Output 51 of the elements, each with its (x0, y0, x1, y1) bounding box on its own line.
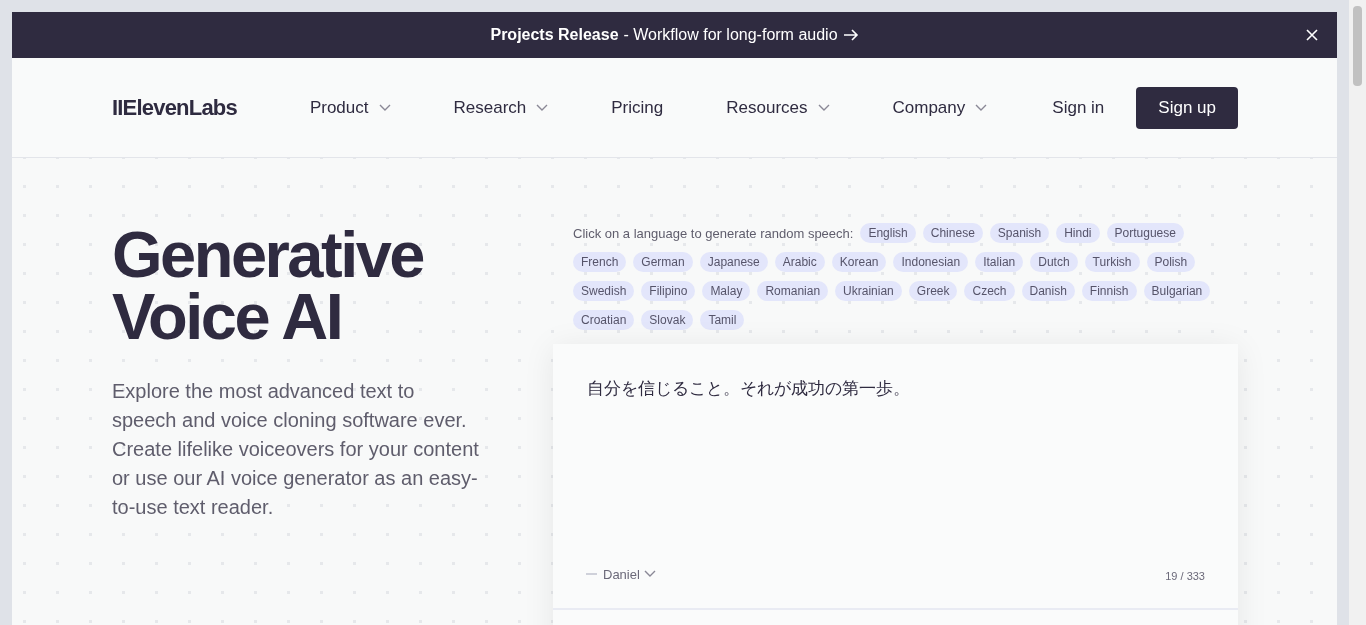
nav-menu-item[interactable]: Company (878, 97, 988, 118)
language-chip[interactable]: Japanese (699, 252, 768, 272)
language-chip[interactable]: Finnish (1081, 281, 1137, 301)
language-chip[interactable]: Arabic (774, 252, 825, 272)
logo[interactable]: IIElevenLabs (112, 94, 237, 121)
language-chip[interactable]: Slovak (641, 310, 694, 330)
nav-menu-item[interactable]: Pricing (597, 97, 664, 118)
language-chip[interactable]: Czech (964, 281, 1015, 301)
scrollbar-thumb[interactable] (1353, 6, 1362, 86)
nav-menu-item[interactable]: Product (295, 97, 391, 118)
chevron-down-icon (536, 103, 549, 112)
language-chip[interactable]: Malay (702, 281, 751, 301)
language-chip[interactable]: Portuguese (1106, 223, 1184, 243)
language-chip[interactable]: English (860, 223, 916, 243)
language-chip[interactable]: Ukrainian (835, 281, 902, 301)
character-counter: 19 / 333 (1165, 569, 1205, 582)
language-chip[interactable]: Croatian (573, 310, 635, 330)
language-chip[interactable]: Turkish (1084, 252, 1140, 272)
language-chip[interactable]: Dutch (1030, 252, 1078, 272)
nav-menu-item[interactable]: Resources (712, 97, 830, 118)
voice-selector[interactable]: Daniel (586, 566, 656, 582)
language-chip[interactable]: Italian (975, 252, 1024, 272)
speech-text-input[interactable]: 自分を信じること。それが成功の第一歩。 (553, 344, 1238, 540)
language-chip[interactable]: French (573, 252, 627, 272)
chevron-down-icon (378, 103, 391, 112)
language-chip[interactable]: Swedish (573, 281, 635, 301)
announcement-link[interactable]: Projects Release - Workflow for long-form audio (490, 26, 859, 44)
language-prompt: Click on a language to generate random speech: (573, 225, 854, 241)
hero-title: Generative Voice AI (112, 224, 424, 348)
chevron-down-icon (643, 570, 656, 578)
language-chip[interactable]: Chinese (922, 223, 983, 243)
language-chip[interactable]: Korean (831, 252, 887, 272)
language-chip[interactable]: Filipino (641, 281, 696, 301)
language-chip[interactable]: Greek (908, 281, 958, 301)
language-chip[interactable]: Bulgarian (1143, 281, 1211, 301)
chevron-down-icon (817, 103, 830, 112)
chevron-down-icon (975, 103, 988, 112)
language-chip[interactable]: Indonesian (893, 252, 969, 272)
language-chip[interactable]: Spanish (989, 223, 1050, 243)
language-chip[interactable]: Danish (1021, 281, 1075, 301)
scrollbar[interactable] (1349, 0, 1366, 625)
sign-in-link[interactable]: Sign in (1040, 89, 1117, 126)
arrow-right-icon (842, 28, 859, 42)
nav-menu-item[interactable]: Research (439, 97, 549, 118)
language-chip[interactable]: Polish (1146, 252, 1196, 272)
language-chip[interactable]: Hindi (1056, 223, 1100, 243)
hero-description: Explore the most advanced text to speech and voice cloning software ever. Create lifelike voiceovers for your content or use our AI voice generator as an easy-to-use text reader. (112, 379, 480, 520)
language-chip[interactable]: German (633, 252, 693, 272)
language-chip[interactable]: Tamil (700, 310, 745, 330)
sign-up-button[interactable]: Sign up (1136, 86, 1238, 129)
language-chip[interactable]: Romanian (757, 281, 829, 301)
